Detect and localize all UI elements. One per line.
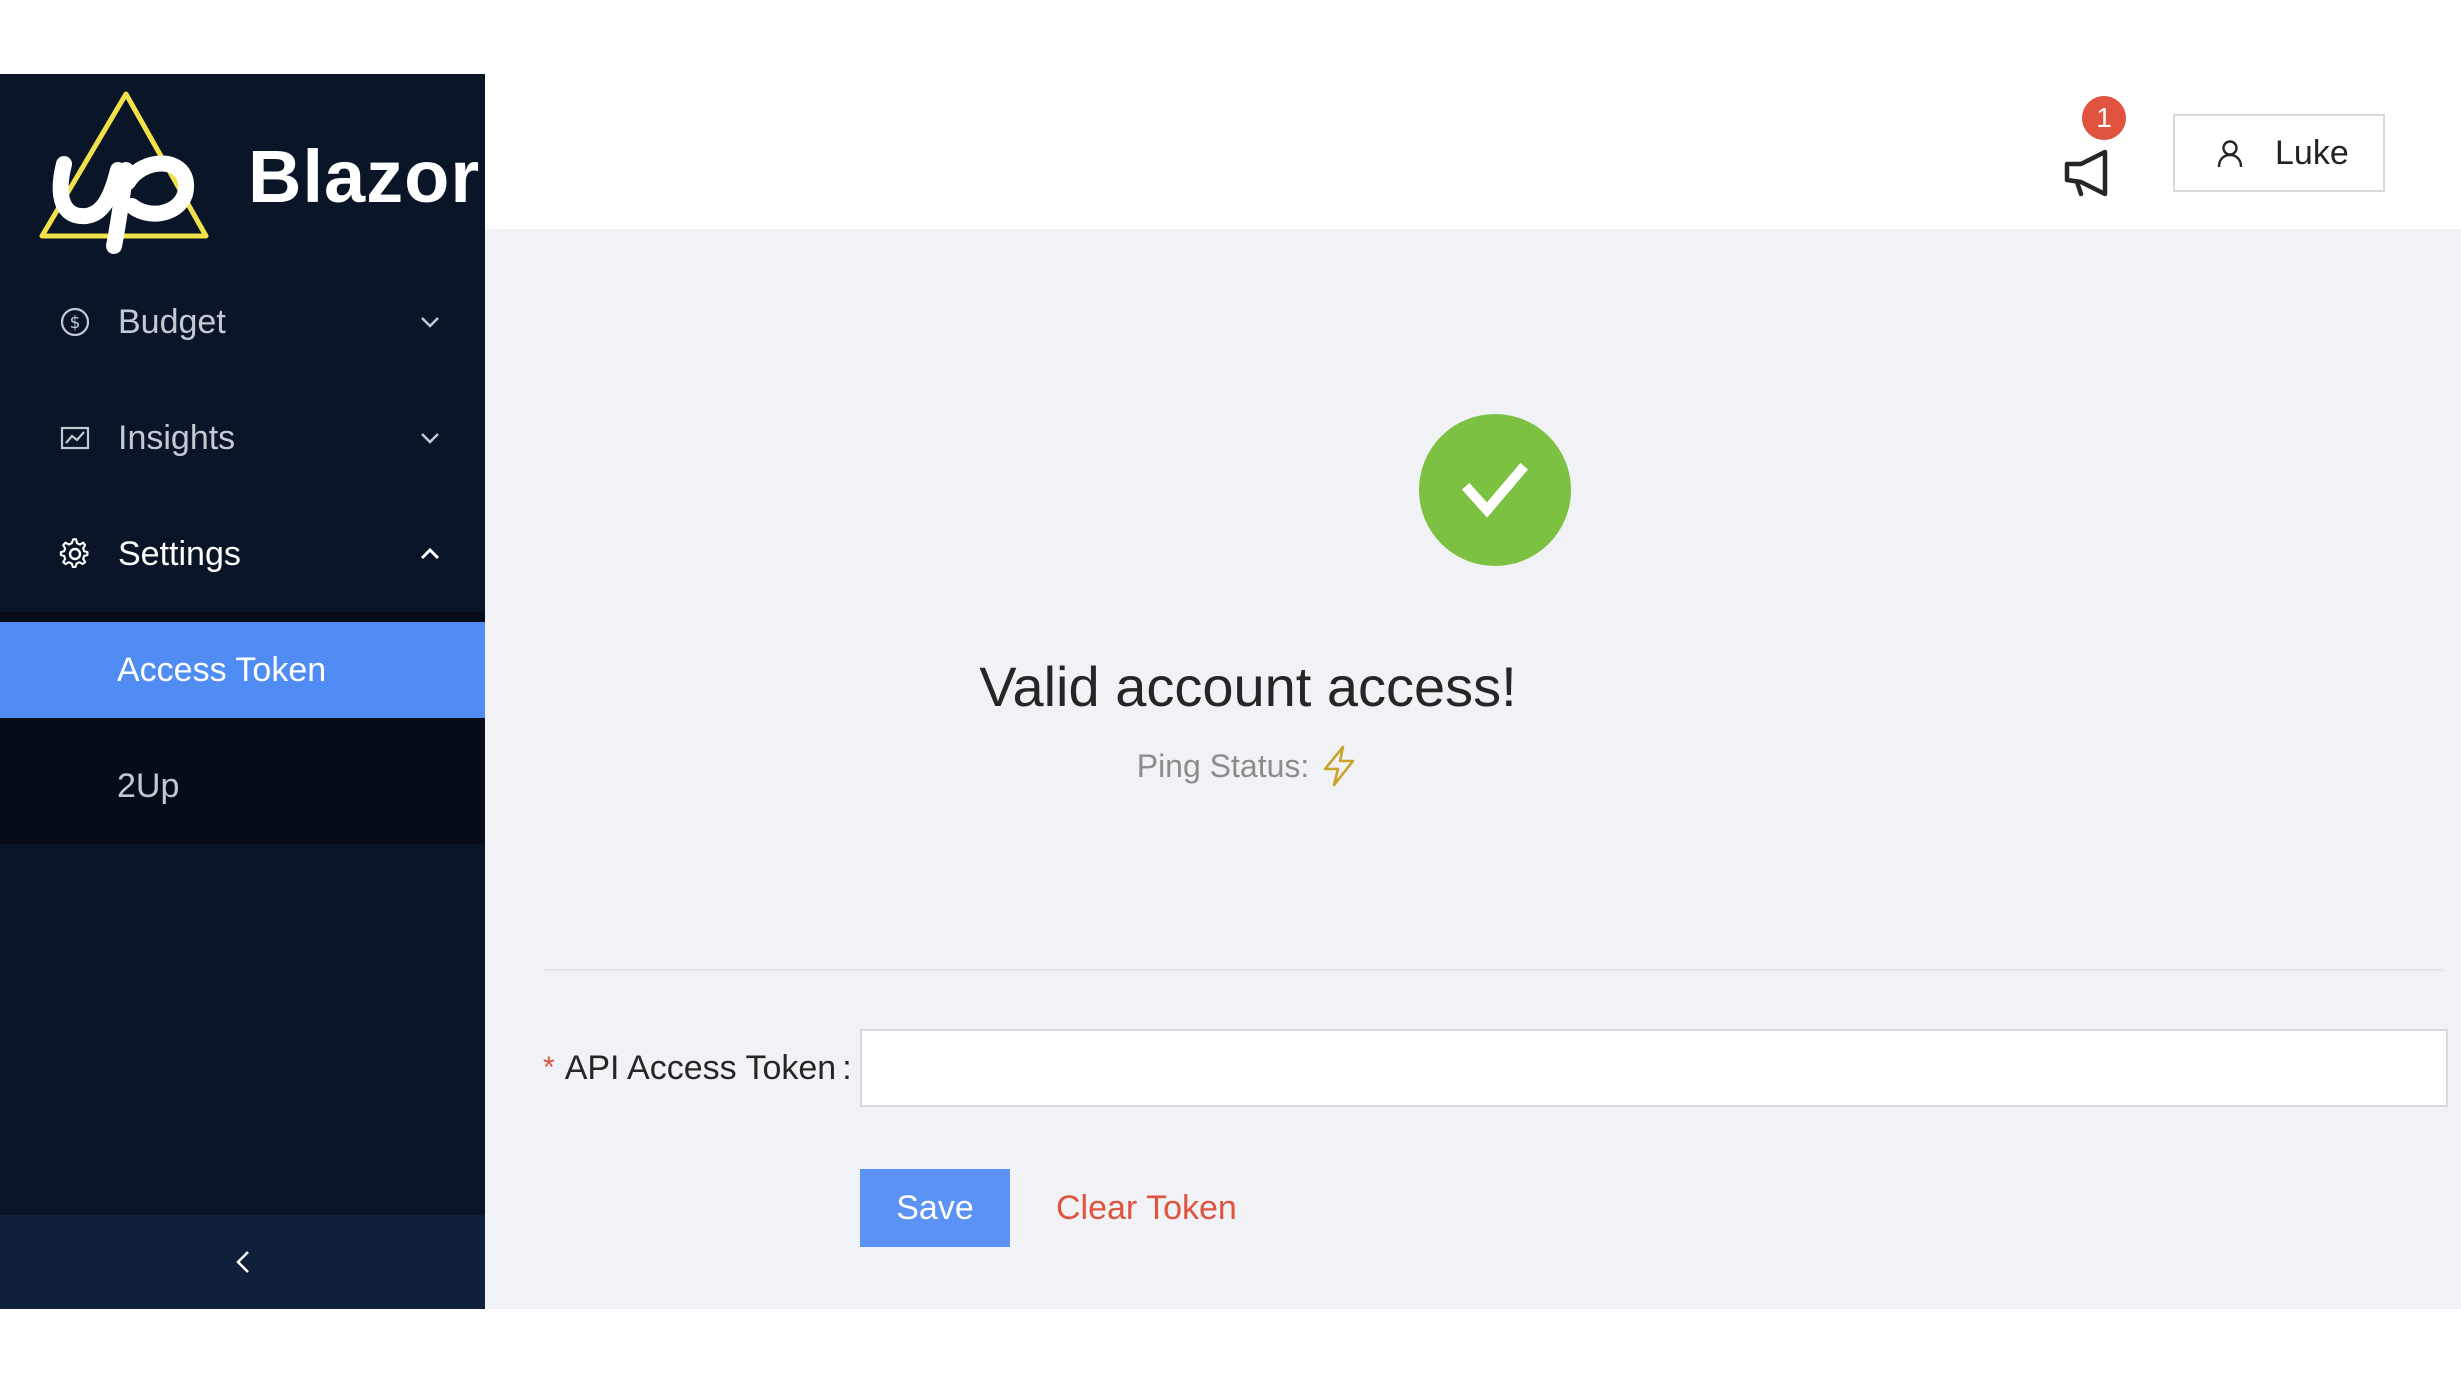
sidebar-item-access-token[interactable]: Access Token xyxy=(0,622,485,718)
settings-submenu: Access Token 2Up xyxy=(0,612,485,844)
chevron-up-icon xyxy=(420,547,440,560)
notification-count-badge: 1 xyxy=(2080,94,2128,142)
app-shell: Blazor $ Budget Insights Settings Access… xyxy=(0,74,2461,1309)
api-token-label: * API Access Token : xyxy=(543,1029,852,1107)
chevron-left-icon xyxy=(235,1251,249,1273)
chevron-down-icon xyxy=(421,433,439,444)
dollar-circle-icon: $ xyxy=(58,305,92,339)
brand-name: Blazor xyxy=(248,135,481,218)
up-logo-icon xyxy=(39,91,209,254)
sidebar-item-settings[interactable]: Settings xyxy=(0,496,485,612)
sidebar-collapse-button[interactable] xyxy=(0,1215,485,1309)
main-content: Valid account access! Ping Status: * API… xyxy=(485,229,2461,1309)
ping-status: Ping Status: xyxy=(485,745,2011,787)
svg-text:$: $ xyxy=(70,313,81,333)
brand-logo[interactable]: Blazor xyxy=(0,74,485,264)
lightning-icon xyxy=(1323,745,1355,787)
gear-icon xyxy=(58,537,92,571)
user-name: Luke xyxy=(2275,133,2349,172)
sidebar-item-label: Settings xyxy=(118,534,241,573)
chevron-down-icon xyxy=(421,317,439,328)
label-colon: : xyxy=(842,1048,852,1087)
sidebar-menu: $ Budget Insights Settings Access Token … xyxy=(0,264,485,844)
line-chart-icon xyxy=(58,421,92,455)
top-header: 1 Luke xyxy=(485,74,2461,229)
api-token-label-text: API Access Token xyxy=(564,1048,837,1087)
save-button[interactable]: Save xyxy=(860,1169,1010,1247)
section-divider xyxy=(543,969,2443,971)
clear-token-button[interactable]: Clear Token xyxy=(1056,1169,1237,1247)
api-token-form-row: * API Access Token : xyxy=(543,1029,2448,1107)
required-mark: * xyxy=(543,1051,555,1084)
sidebar-item-2up[interactable]: 2Up xyxy=(0,738,485,834)
check-circle-icon xyxy=(1419,414,1571,566)
ping-status-label: Ping Status: xyxy=(1136,747,1310,784)
sidebar-item-label: Budget xyxy=(118,302,226,341)
sidebar-item-label: Insights xyxy=(118,418,236,457)
user-menu-button[interactable]: Luke xyxy=(2173,114,2385,192)
sidebar-item-budget[interactable]: $ Budget xyxy=(0,264,485,380)
sidebar-item-insights[interactable]: Insights xyxy=(0,380,485,496)
result-panel: Valid account access! Ping Status: xyxy=(485,229,2461,969)
api-token-input[interactable] xyxy=(860,1029,2448,1107)
result-title: Valid account access! xyxy=(979,655,1517,718)
sidebar: Blazor $ Budget Insights Settings Access… xyxy=(0,74,485,1309)
user-icon xyxy=(2217,140,2243,168)
